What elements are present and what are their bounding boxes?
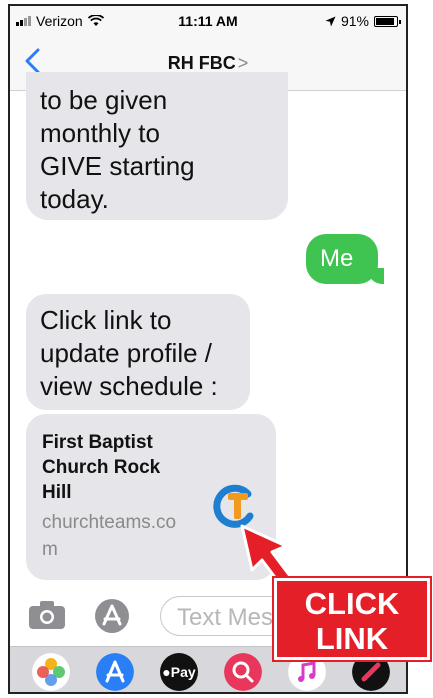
contact-name[interactable]: RH FBC > <box>10 53 406 74</box>
link-domain-line: m <box>42 539 58 560</box>
search-gif-app-icon[interactable] <box>224 653 262 691</box>
link-title-line: Hill <box>42 482 72 503</box>
received-message: Click link to update profile / view sche… <box>26 294 250 410</box>
message-line: today. <box>40 184 109 214</box>
apple-pay-app-icon[interactable]: ●Pay <box>160 653 198 691</box>
callout-line: CLICK <box>304 586 400 621</box>
battery-icon <box>374 15 401 27</box>
status-right: 91% <box>325 13 401 29</box>
apple-logo-icon: ● <box>162 664 171 680</box>
click-link-callout: CLICK LINK <box>274 578 430 660</box>
battery-percent: 91% <box>340 13 369 29</box>
camera-icon[interactable] <box>28 600 66 630</box>
message-line: monthly to <box>40 118 160 148</box>
message-placeholder: Text Mes <box>177 604 274 631</box>
message-line: GIVE starting <box>40 151 195 181</box>
app-store-icon[interactable] <box>94 598 130 634</box>
sent-message: Me <box>306 234 384 284</box>
link-title: First Baptist Church Rock Hill <box>42 430 202 505</box>
apple-pay-label: Pay <box>170 664 196 680</box>
message-text: Me <box>320 245 354 272</box>
location-arrow-icon <box>325 16 336 26</box>
message-line: Click link to <box>40 305 172 335</box>
status-bar: Verizon 11:11 AM 91% <box>10 6 406 36</box>
contact-title: RH FBC <box>167 53 236 73</box>
link-title-line: First Baptist <box>42 432 153 453</box>
photos-app-icon[interactable] <box>32 653 70 691</box>
message-line: update profile / <box>40 338 213 368</box>
received-message: to be given monthly to GIVE starting tod… <box>26 72 288 220</box>
message-line: view schedule : <box>40 371 218 401</box>
battery-fill <box>376 17 395 25</box>
link-title-line: Church Rock <box>42 457 161 478</box>
link-domain-line: churchteams.co <box>42 512 177 533</box>
details-chevron-icon: > <box>237 53 249 73</box>
callout-line: LINK <box>315 621 389 656</box>
app-store-app-icon[interactable] <box>96 653 134 691</box>
link-domain: churchteams.co m <box>42 509 222 563</box>
message-line: to be given <box>40 85 168 115</box>
